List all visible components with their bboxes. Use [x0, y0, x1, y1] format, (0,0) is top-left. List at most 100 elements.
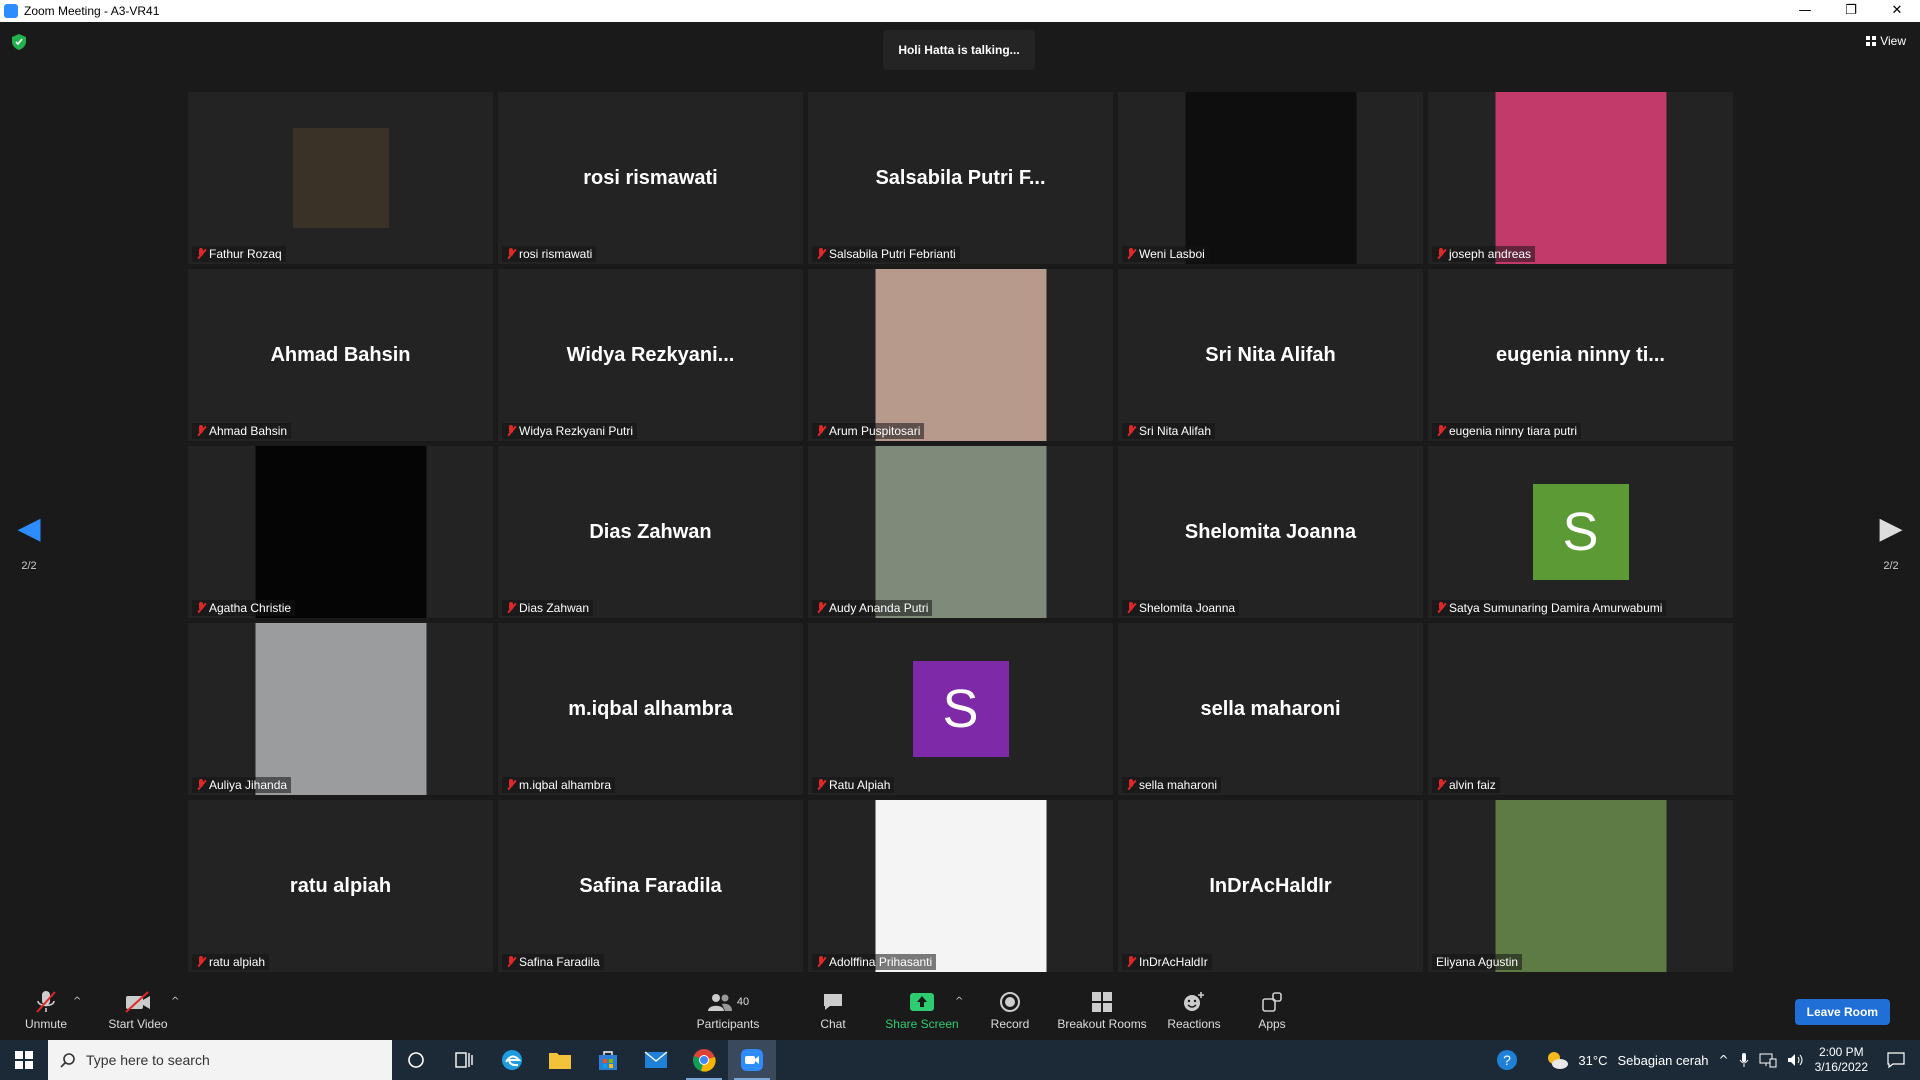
chrome-button[interactable]: [680, 1040, 728, 1080]
participant-tile[interactable]: Salsabila Putri F... Salsabila Putri Febr…: [808, 92, 1113, 264]
page-indicator-right: 2/2: [1883, 560, 1899, 572]
record-button[interactable]: Record: [982, 980, 1038, 1040]
participant-tile[interactable]: S Ratu Alpiah: [808, 623, 1113, 795]
muted-microphone-icon: [1436, 425, 1446, 437]
previous-page-button[interactable]: ◀ 2/2: [9, 512, 49, 573]
participant-name: Safina Faradila: [519, 955, 600, 969]
participant-name: rosi rismawati: [519, 247, 593, 261]
restore-button[interactable]: ❐: [1828, 0, 1874, 22]
unmute-label: Unmute: [24, 1017, 68, 1031]
participant-tile[interactable]: ratu alpiah ratu alpiah: [188, 800, 493, 972]
minimize-button[interactable]: —: [1782, 0, 1828, 22]
participant-name-label: Dias Zahwan: [502, 600, 594, 616]
chevron-up-icon[interactable]: ^: [1719, 1053, 1729, 1067]
weather-temperature[interactable]: 31°C: [1578, 1053, 1607, 1068]
volume-icon[interactable]: [1787, 1052, 1805, 1068]
chat-button[interactable]: Chat: [808, 980, 858, 1040]
participant-tile[interactable]: Safina Faradila Safina Faradila: [498, 800, 803, 972]
participant-display-name: Ahmad Bahsin: [270, 343, 411, 366]
audio-options-caret[interactable]: ^: [73, 996, 81, 1007]
weather-description[interactable]: Sebagian cerah: [1617, 1053, 1708, 1068]
notifications-icon[interactable]: [1886, 1051, 1906, 1069]
mail-button[interactable]: [632, 1040, 680, 1080]
reactions-button[interactable]: Reactions: [1164, 980, 1224, 1040]
folder-icon: [549, 1053, 571, 1069]
start-video-button[interactable]: Start Video: [106, 980, 170, 1040]
participant-name-label: ratu alpiah: [192, 954, 270, 970]
participant-tile[interactable]: InDrAcHaldIr InDrAcHaldIr: [1118, 800, 1423, 972]
breakout-rooms-button[interactable]: Breakout Rooms: [1054, 980, 1150, 1040]
share-screen-label: Share Screen: [885, 1017, 959, 1031]
apps-icon: [1262, 992, 1282, 1012]
search-icon: [60, 1053, 75, 1068]
task-view-button[interactable]: [440, 1040, 488, 1080]
participant-tile[interactable]: m.iqbal alhambra m.iqbal alhambra: [498, 623, 803, 795]
participant-name: Shelomita Joanna: [1139, 601, 1236, 615]
participant-tile[interactable]: alvin faiz: [1428, 623, 1733, 795]
close-button[interactable]: ✕: [1874, 0, 1920, 22]
share-options-caret[interactable]: ^: [955, 996, 963, 1007]
participant-tile[interactable]: Eliyana Agustin: [1428, 800, 1733, 972]
clock-date: 3/16/2022: [1814, 1060, 1868, 1074]
taskbar-search-box[interactable]: Type here to search: [48, 1040, 392, 1080]
network-icon[interactable]: [1759, 1052, 1777, 1068]
participant-video-frame: [255, 623, 426, 795]
muted-microphone-icon: [196, 248, 206, 260]
participant-tile[interactable]: Adolffina Prihasanti: [808, 800, 1113, 972]
page-indicator-left: 2/2: [21, 560, 37, 572]
next-page-button[interactable]: ▶ 2/2: [1871, 512, 1911, 573]
taskbar-clock[interactable]: 2:00 PM 3/16/2022: [1815, 1045, 1868, 1075]
participant-tile[interactable]: Sri Nita Alifah Sri Nita Alifah: [1118, 269, 1423, 441]
participant-tile[interactable]: Shelomita Joanna Shelomita Joanna: [1118, 446, 1423, 618]
muted-microphone-icon: [1126, 248, 1136, 260]
cortana-button[interactable]: [392, 1040, 440, 1080]
view-button[interactable]: View: [1866, 34, 1906, 48]
record-label: Record: [990, 1017, 1030, 1031]
mail-envelope-icon: [644, 1051, 668, 1068]
store-bag-icon: [599, 1051, 617, 1070]
muted-microphone-icon: [816, 425, 826, 437]
participant-tile[interactable]: Auliya Jihanda: [188, 623, 493, 795]
participant-tile[interactable]: rosi rismawati rosi rismawati: [498, 92, 803, 264]
participant-display-name: ratu alpiah: [289, 874, 392, 897]
microphone-icon[interactable]: [1739, 1052, 1749, 1068]
participant-tile[interactable]: joseph andreas: [1428, 92, 1733, 264]
muted-microphone-icon: [506, 602, 516, 614]
participant-tile[interactable]: Dias Zahwan Dias Zahwan: [498, 446, 803, 618]
participant-tile[interactable]: Audy Ananda Putri: [808, 446, 1113, 618]
start-button[interactable]: [0, 1040, 48, 1080]
zoom-taskbar-button[interactable]: [728, 1040, 776, 1080]
help-icon[interactable]: ?: [1496, 1049, 1518, 1071]
reactions-label: Reactions: [1167, 1017, 1221, 1031]
participant-tile[interactable]: Arum Puspitosari: [808, 269, 1113, 441]
apps-button[interactable]: Apps: [1250, 980, 1294, 1040]
active-speaker-banner: Holi Hatta is talking...: [883, 30, 1035, 70]
participant-name-label: sella maharoni: [1122, 777, 1222, 793]
participant-avatar: S: [1532, 484, 1629, 580]
participant-tile[interactable]: Fathur Rozaq: [188, 92, 493, 264]
participant-tile[interactable]: eugenia ninny ti... eugenia ninny tiara p…: [1428, 269, 1733, 441]
participants-button[interactable]: 40 Participants: [690, 980, 766, 1040]
participant-tile[interactable]: sella maharoni sella maharoni: [1118, 623, 1423, 795]
participant-name: Agatha Christie: [209, 601, 292, 615]
participant-tile[interactable]: Weni Lasboi: [1118, 92, 1423, 264]
edge-browser-button[interactable]: [488, 1040, 536, 1080]
participant-name-label: Fathur Rozaq: [192, 246, 286, 262]
chrome-icon: [693, 1049, 716, 1072]
participant-tile[interactable]: Widya Rezkyani... Widya Rezkyani Putri: [498, 269, 803, 441]
unmute-button[interactable]: Unmute: [22, 980, 70, 1040]
file-explorer-button[interactable]: [536, 1040, 584, 1080]
participant-name-label: Ratu Alpiah: [812, 777, 895, 793]
breakout-rooms-label: Breakout Rooms: [1057, 1017, 1147, 1031]
muted-microphone-icon: [506, 956, 516, 968]
share-screen-button[interactable]: Share Screen: [882, 980, 962, 1040]
video-options-caret[interactable]: ^: [171, 996, 179, 1007]
participant-tile[interactable]: Agatha Christie: [188, 446, 493, 618]
encryption-shield-icon[interactable]: [12, 34, 26, 50]
participant-video-frame: [1185, 92, 1356, 264]
microsoft-store-button[interactable]: [584, 1040, 632, 1080]
participant-tile[interactable]: S Satya Sumunaring Damira Amurwabumi: [1428, 446, 1733, 618]
leave-room-button[interactable]: Leave Room: [1794, 999, 1890, 1025]
participant-tile[interactable]: Ahmad Bahsin Ahmad Bahsin: [188, 269, 493, 441]
participant-name-label: Satya Sumunaring Damira Amurwabumi: [1432, 600, 1667, 616]
